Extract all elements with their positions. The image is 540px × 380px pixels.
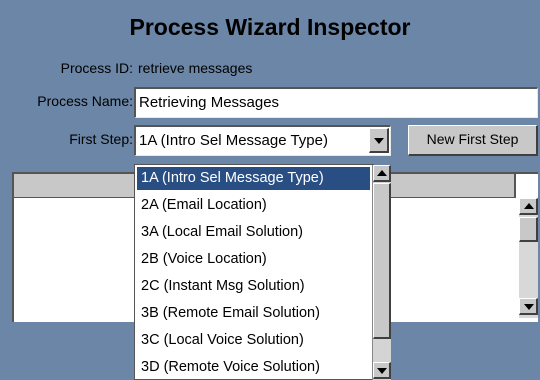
chevron-down-icon: [377, 368, 387, 374]
first-step-selected-value: 1A (Intro Sel Message Type): [134, 125, 391, 156]
process-id-label: Process ID:: [60, 60, 133, 76]
chevron-up-icon: [524, 203, 534, 209]
dropdown-scrollbar[interactable]: [372, 165, 391, 380]
dropdown-scroll-thumb[interactable]: [373, 183, 391, 339]
dropdown-option[interactable]: 2C (Instant Msg Solution): [137, 275, 370, 298]
window-title: Process Wizard Inspector: [129, 14, 411, 40]
first-step-dropdown-list: 1A (Intro Sel Message Type) 2A (Email Lo…: [134, 164, 374, 380]
first-step-select[interactable]: 1A (Intro Sel Message Type): [134, 125, 391, 156]
process-id-value: retrieve messages: [138, 60, 253, 76]
process-name-input[interactable]: Retrieving Messages: [134, 87, 538, 118]
dropdown-scroll-down-button[interactable]: [373, 362, 391, 379]
list-scroll-down-button[interactable]: [519, 298, 538, 315]
process-name-label: Process Name:: [37, 93, 133, 109]
list-scroll-thumb[interactable]: [519, 217, 538, 242]
dropdown-option[interactable]: 3B (Remote Email Solution): [137, 302, 370, 325]
dropdown-option[interactable]: 1A (Intro Sel Message Type): [137, 167, 370, 190]
chevron-down-icon: [524, 304, 534, 310]
dropdown-option[interactable]: 3A (Local Email Solution): [137, 221, 370, 244]
first-step-dropdown-button[interactable]: [369, 128, 389, 153]
dropdown-option[interactable]: 2A (Email Location): [137, 194, 370, 217]
dropdown-option[interactable]: 3D (Remote Voice Solution): [137, 356, 370, 379]
dropdown-option[interactable]: 2B (Voice Location): [137, 248, 370, 271]
step-list-scrollbar[interactable]: [519, 198, 538, 318]
chevron-up-icon: [377, 170, 387, 176]
first-step-label: First Step:: [69, 131, 133, 147]
dropdown-scroll-up-button[interactable]: [373, 165, 391, 182]
chevron-down-icon: [374, 138, 384, 144]
list-scroll-up-button[interactable]: [519, 198, 538, 215]
new-first-step-button[interactable]: New First Step: [408, 125, 538, 156]
column-divider: [514, 174, 516, 198]
dropdown-option[interactable]: 3C (Local Voice Solution): [137, 329, 370, 352]
